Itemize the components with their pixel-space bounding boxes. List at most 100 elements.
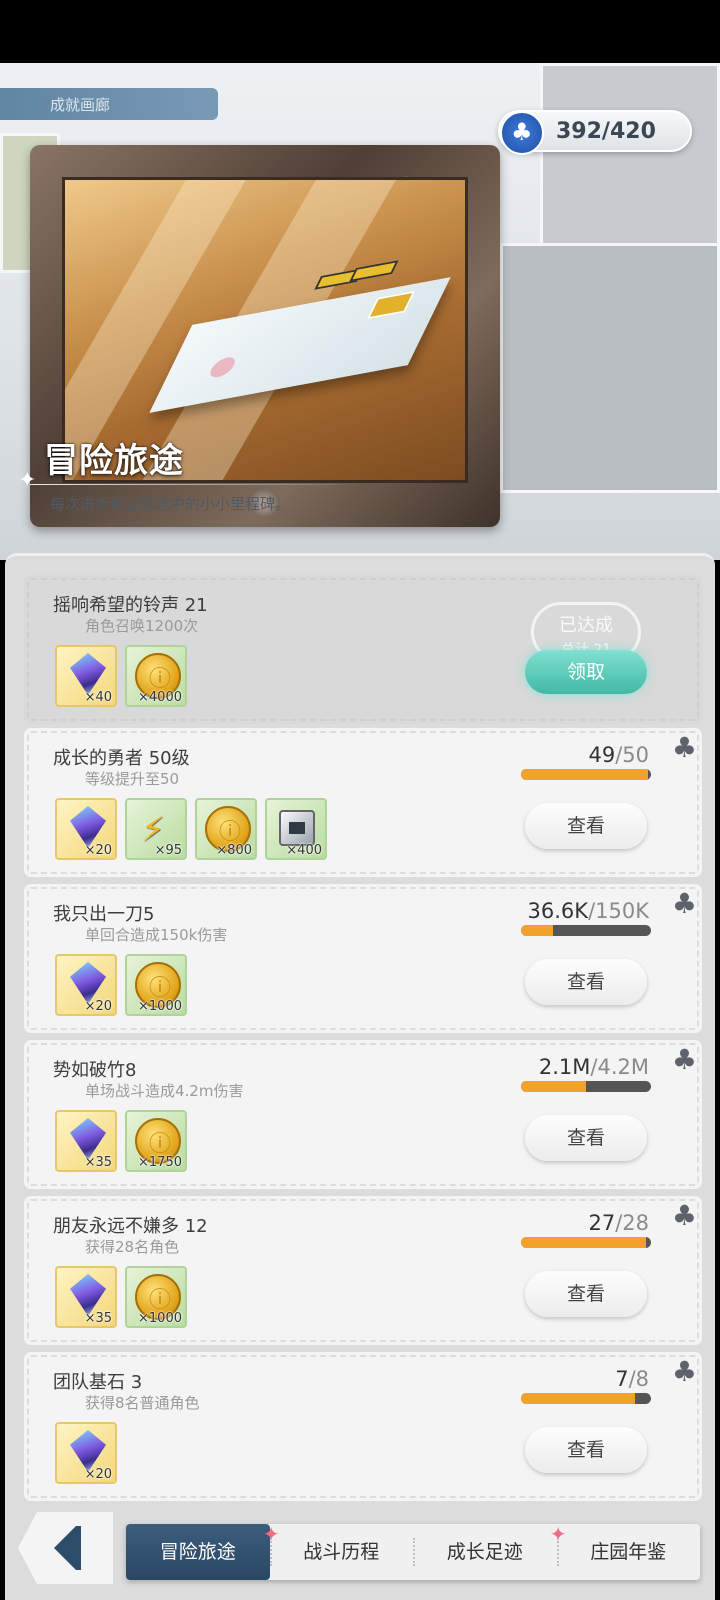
view-button[interactable]: 查看 — [525, 1115, 647, 1161]
back-button[interactable] — [18, 1512, 113, 1584]
tab-manor-yearbook[interactable]: 庄园年鉴 — [556, 1524, 701, 1580]
clover-icon: ♣ — [671, 731, 697, 764]
achievement-title: 我只出一刀5 — [53, 904, 155, 925]
gem-icon — [70, 962, 106, 1004]
achievement-card: 成长的勇者 50级 等级提升至50 49/50 ♣ ×20 ⚡ ×95 ×800… — [24, 728, 702, 877]
achievement-card: 摇响希望的铃声 21 角色召唤1200次 ×40 ×4000 已达成 总计 21… — [24, 575, 702, 724]
gallery-tag: 成就画廊 — [0, 88, 218, 120]
reward-item[interactable]: ×800 — [195, 798, 257, 860]
claim-button[interactable]: 领取 — [525, 650, 647, 694]
clover-icon: ♣ — [671, 887, 697, 920]
reward-list: ×40 ×4000 — [55, 645, 187, 707]
reward-quantity: ×400 — [286, 843, 322, 858]
clover-icon: ♣ — [671, 1355, 697, 1388]
background-panel — [540, 63, 720, 273]
progress-text: 49/50 — [588, 743, 649, 767]
reward-item[interactable]: ×4000 — [125, 645, 187, 707]
achievement-title: 成长的勇者 50级 — [53, 748, 190, 769]
currency-counter[interactable]: ♣ 392/420 — [498, 110, 692, 155]
achievement-card: 朋友永远不嫌多 12 获得28名角色 27/28 ♣ ×35 ×1000 查看 — [24, 1196, 702, 1345]
reward-item[interactable]: ×400 — [265, 798, 327, 860]
clover-icon: ♣ — [671, 1199, 697, 1232]
progress-fill — [521, 1237, 647, 1248]
reward-quantity: ×35 — [84, 1311, 112, 1326]
progress-current: 36.6K — [527, 899, 589, 923]
progress-text: 7/8 — [615, 1367, 649, 1391]
reward-quantity: ×4000 — [138, 690, 182, 705]
reward-quantity: ×20 — [84, 1467, 112, 1482]
reward-list: ×20 ×1000 — [55, 954, 187, 1016]
progress-current: 27 — [588, 1211, 616, 1235]
page-subtitle: 每次进步都是旅途中的小小里程碑。 — [50, 495, 291, 513]
reward-item[interactable]: ×35 — [55, 1266, 117, 1328]
reward-quantity: ×40 — [84, 690, 112, 705]
view-button[interactable]: 查看 — [525, 1271, 647, 1317]
reward-quantity: ×95 — [154, 843, 182, 858]
progress-current: 7 — [615, 1367, 629, 1391]
clover-icon: ♣ — [500, 111, 544, 155]
achievement-description: 单场战斗造成4.2m伤害 — [85, 1082, 244, 1100]
reward-item[interactable]: ×20 — [55, 798, 117, 860]
gem-icon — [70, 806, 106, 848]
achievement-title: 团队基石 3 — [53, 1372, 143, 1393]
progress-text: 27/28 — [588, 1211, 649, 1235]
page-title: 冒险旅途 — [44, 441, 184, 481]
gem-icon — [70, 653, 106, 695]
progress-fill — [521, 1081, 586, 1092]
progress-text: 2.1M/4.2M — [539, 1055, 649, 1079]
reward-item[interactable]: ×20 — [55, 1422, 117, 1484]
achievement-list[interactable]: 摇响希望的铃声 21 角色召唤1200次 ×40 ×4000 已达成 总计 21… — [5, 553, 715, 1600]
status-bar — [0, 0, 720, 63]
sparkle-icon: ✦ — [18, 468, 37, 493]
tab-adventure-journey[interactable]: 冒险旅途 ✦ — [126, 1522, 280, 1580]
reward-item[interactable]: ×1000 — [125, 1266, 187, 1328]
reward-quantity: ×1750 — [138, 1155, 182, 1170]
ticket-icon — [349, 260, 399, 282]
reward-list: ×20 ⚡ ×95 ×800 ×400 — [55, 798, 327, 860]
progress-current: 2.1M — [538, 1055, 591, 1079]
reward-item[interactable]: ×40 — [55, 645, 117, 707]
progress-bar — [521, 769, 651, 780]
tab-battle-history[interactable]: 战斗历程 — [269, 1524, 414, 1580]
reward-list: ×35 ×1000 — [55, 1266, 187, 1328]
tab-label: 成长足迹 — [446, 1541, 523, 1563]
achievement-title: 摇响希望的铃声 21 — [53, 595, 208, 616]
background-panel — [500, 243, 720, 493]
reward-quantity: ×1000 — [138, 1311, 182, 1326]
reward-item[interactable]: ×20 — [55, 954, 117, 1016]
achievement-description: 角色召唤1200次 — [85, 617, 199, 635]
reward-list: ×20 — [55, 1422, 117, 1484]
reward-quantity: ×20 — [84, 843, 112, 858]
progress-bar — [521, 1081, 651, 1092]
tab-label: 战斗历程 — [303, 1541, 380, 1563]
reward-item[interactable]: ×1750 — [125, 1110, 187, 1172]
progress-total: /50 — [615, 743, 649, 767]
reward-quantity: ×800 — [216, 843, 252, 858]
view-button[interactable]: 查看 — [525, 959, 647, 1005]
progress-text: 36.6K/150K — [528, 899, 649, 923]
hero-banner: 成就画廊 冒险旅途 ✦ 每次进步都是旅途中的小小里程碑。 ♣ 392/420 — [0, 63, 720, 560]
reward-item[interactable]: ×1000 — [125, 954, 187, 1016]
reward-item[interactable]: ⚡ ×95 — [125, 798, 187, 860]
gem-icon — [70, 1430, 106, 1472]
achievement-description: 单回合造成150k伤害 — [85, 926, 228, 944]
achievement-card: 势如破竹8 单场战斗造成4.2m伤害 2.1M/4.2M ♣ ×35 ×1750… — [24, 1040, 702, 1189]
currency-value: 392/420 — [556, 119, 656, 144]
reward-list: ×35 ×1750 — [55, 1110, 187, 1172]
view-button[interactable]: 查看 — [525, 1427, 647, 1473]
view-button[interactable]: 查看 — [525, 803, 647, 849]
reward-item[interactable]: ×35 — [55, 1110, 117, 1172]
bottom-nav: 冒险旅途 ✦ 战斗历程 成长足迹 ✦ 庄园年鉴 — [0, 1510, 720, 1600]
flower-icon — [206, 355, 239, 380]
reward-quantity: ×20 — [84, 999, 112, 1014]
tab-growth-footprints[interactable]: 成长足迹 ✦ — [413, 1522, 567, 1580]
progress-bar — [521, 1393, 651, 1404]
achievement-card: 团队基石 3 获得8名普通角色 7/8 ♣ ×20 查看 — [24, 1352, 702, 1501]
clover-icon: ♣ — [671, 1043, 697, 1076]
back-bar-icon — [76, 1526, 81, 1570]
gem-icon — [70, 1274, 106, 1316]
stamp-icon — [366, 290, 416, 320]
progress-fill — [521, 925, 553, 936]
achievement-title: 朋友永远不嫌多 12 — [53, 1216, 208, 1237]
gallery-tag-label: 成就画廊 — [50, 96, 111, 114]
